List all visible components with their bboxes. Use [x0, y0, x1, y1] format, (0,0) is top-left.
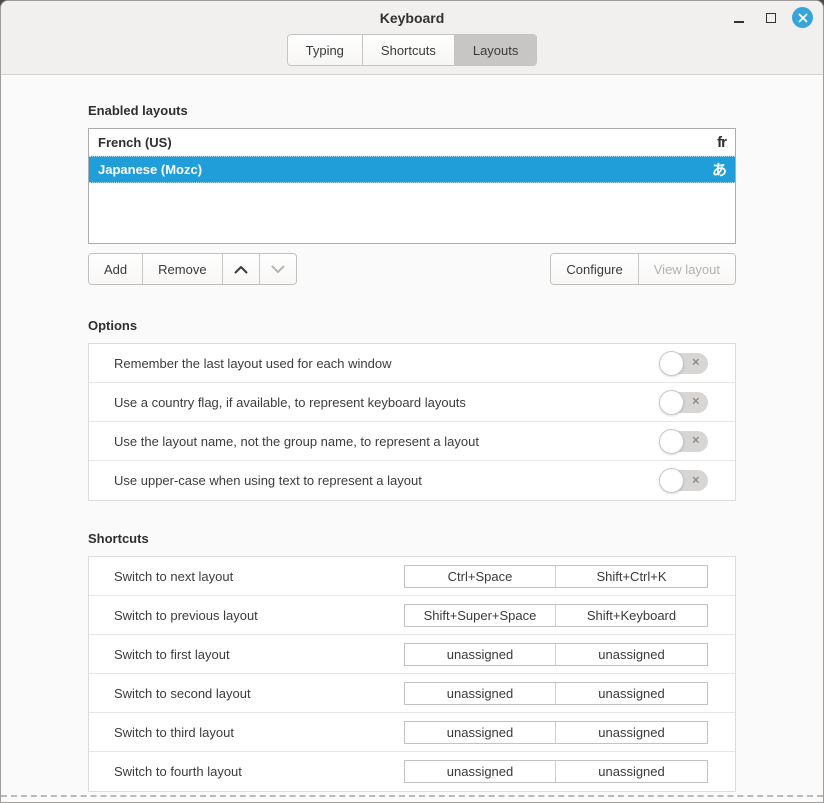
keyboard-settings-window: Keyboard Typing Shortcuts Layouts: [0, 0, 824, 803]
shortcut-label: Switch to first layout: [114, 647, 404, 662]
options-box: Remember the last layout used for each w…: [88, 343, 736, 501]
shortcut-binding-button[interactable]: unassigned: [405, 644, 556, 665]
tab-bar: Typing Shortcuts Layouts: [1, 34, 823, 66]
shortcut-label: Switch to next layout: [114, 569, 404, 584]
shortcut-row-third-layout: Switch to third layout unassigned unassi…: [89, 713, 735, 752]
option-label: Use a country flag, if available, to rep…: [114, 395, 660, 410]
toggle-knob: [659, 468, 684, 493]
shortcut-label: Switch to third layout: [114, 725, 404, 740]
toggle-country-flag[interactable]: ✕: [660, 392, 708, 413]
shortcuts-box: Switch to next layout Ctrl+Space Shift+C…: [88, 556, 736, 792]
minimize-button[interactable]: [728, 7, 750, 29]
layout-tools-button-group: Configure View layout: [550, 253, 736, 285]
enabled-layouts-heading: Enabled layouts: [88, 103, 736, 118]
toggle-knob: [659, 390, 684, 415]
shortcut-binding-button[interactable]: Shift+Ctrl+K: [556, 566, 707, 587]
shortcut-binding-pair: unassigned unassigned: [404, 643, 708, 666]
window-title: Keyboard: [380, 10, 445, 26]
add-button[interactable]: Add: [89, 254, 143, 284]
view-layout-button[interactable]: View layout: [639, 254, 735, 284]
shortcut-row-previous-layout: Switch to previous layout Shift+Super+Sp…: [89, 596, 735, 635]
layout-name: French (US): [98, 135, 717, 150]
maximize-icon: [766, 13, 776, 23]
shortcut-row-fourth-layout: Switch to fourth layout unassigned unass…: [89, 752, 735, 791]
shortcut-row-second-layout: Switch to second layout unassigned unass…: [89, 674, 735, 713]
window-controls: [728, 1, 813, 34]
chevron-down-icon: [271, 265, 285, 274]
configure-button[interactable]: Configure: [551, 254, 638, 284]
option-label: Use the layout name, not the group name,…: [114, 434, 660, 449]
layouts-panel: Enabled layouts French (US) fr Japanese …: [1, 103, 823, 792]
toggle-remember-layout[interactable]: ✕: [660, 353, 708, 374]
toggle-off-x-icon: ✕: [692, 358, 700, 369]
toggle-off-x-icon: ✕: [692, 475, 700, 486]
layout-row-french[interactable]: French (US) fr: [89, 129, 735, 156]
layout-indicator-badge: あ: [712, 159, 726, 180]
shortcut-binding-button[interactable]: Shift+Super+Space: [405, 605, 556, 626]
shortcut-binding-pair: unassigned unassigned: [404, 760, 708, 783]
layout-list-actions: Add Remove Configure View layout: [88, 253, 736, 285]
toggle-off-x-icon: ✕: [692, 397, 700, 408]
toggle-upper-case[interactable]: ✕: [660, 470, 708, 491]
tab-shortcuts[interactable]: Shortcuts: [363, 35, 455, 65]
shortcut-binding-button[interactable]: unassigned: [405, 683, 556, 704]
move-up-button[interactable]: [223, 254, 260, 284]
close-icon: [798, 13, 808, 23]
maximize-button[interactable]: [760, 7, 782, 29]
layout-row-japanese[interactable]: Japanese (Mozc) あ: [89, 156, 735, 183]
shortcut-binding-button[interactable]: unassigned: [405, 761, 556, 782]
remove-button[interactable]: Remove: [143, 254, 222, 284]
toggle-knob: [659, 351, 684, 376]
layout-indicator-badge: fr: [717, 134, 726, 151]
titlebar[interactable]: Keyboard: [1, 1, 823, 34]
shortcut-label: Switch to second layout: [114, 686, 404, 701]
option-row-remember-layout: Remember the last layout used for each w…: [89, 344, 735, 383]
shortcut-label: Switch to fourth layout: [114, 764, 404, 779]
chevron-up-icon: [234, 265, 248, 274]
window-header: Keyboard Typing Shortcuts Layouts: [1, 1, 823, 75]
option-row-country-flag: Use a country flag, if available, to rep…: [89, 383, 735, 422]
toggle-off-x-icon: ✕: [692, 436, 700, 447]
shortcut-row-first-layout: Switch to first layout unassigned unassi…: [89, 635, 735, 674]
options-heading: Options: [88, 318, 736, 333]
shortcut-binding-pair: unassigned unassigned: [404, 682, 708, 705]
shortcut-binding-pair: Ctrl+Space Shift+Ctrl+K: [404, 565, 708, 588]
shortcut-row-next-layout: Switch to next layout Ctrl+Space Shift+C…: [89, 557, 735, 596]
window-resize-edge[interactable]: [1, 795, 823, 797]
option-row-layout-name: Use the layout name, not the group name,…: [89, 422, 735, 461]
toggle-layout-name[interactable]: ✕: [660, 431, 708, 452]
toggle-knob: [659, 429, 684, 454]
close-button[interactable]: [792, 7, 813, 28]
list-edit-button-group: Add Remove: [88, 253, 297, 285]
shortcut-binding-button[interactable]: Ctrl+Space: [405, 566, 556, 587]
shortcut-binding-button[interactable]: unassigned: [556, 644, 707, 665]
shortcut-binding-pair: unassigned unassigned: [404, 721, 708, 744]
shortcut-binding-pair: Shift+Super+Space Shift+Keyboard: [404, 604, 708, 627]
shortcut-binding-button[interactable]: unassigned: [556, 761, 707, 782]
layout-name: Japanese (Mozc): [98, 162, 712, 177]
option-row-upper-case: Use upper-case when using text to repres…: [89, 461, 735, 500]
tab-typing[interactable]: Typing: [288, 35, 363, 65]
tab-layouts[interactable]: Layouts: [455, 35, 537, 65]
shortcut-binding-button[interactable]: unassigned: [556, 722, 707, 743]
layout-list[interactable]: French (US) fr Japanese (Mozc) あ: [88, 128, 736, 244]
shortcuts-heading: Shortcuts: [88, 531, 736, 546]
move-down-button[interactable]: [260, 254, 296, 284]
minimize-icon: [734, 21, 744, 23]
shortcut-binding-button[interactable]: unassigned: [556, 683, 707, 704]
shortcut-binding-button[interactable]: Shift+Keyboard: [556, 605, 707, 626]
shortcut-label: Switch to previous layout: [114, 608, 404, 623]
option-label: Remember the last layout used for each w…: [114, 356, 660, 371]
shortcut-binding-button[interactable]: unassigned: [405, 722, 556, 743]
option-label: Use upper-case when using text to repres…: [114, 473, 660, 488]
